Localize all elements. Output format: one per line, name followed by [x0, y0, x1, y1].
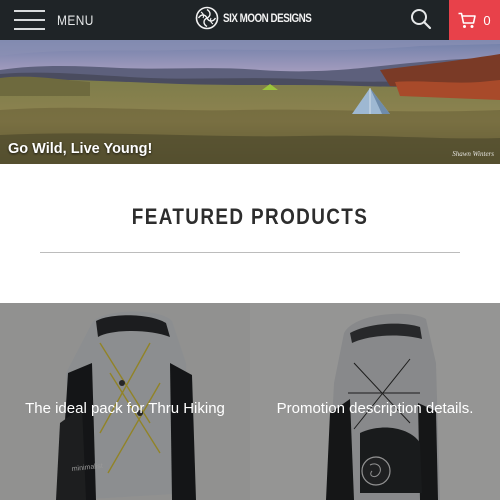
hamburger-icon	[14, 9, 45, 31]
cart-count: 0	[483, 12, 491, 28]
product-description: The ideal pack for Thru Hiking	[25, 400, 225, 417]
brand-logo[interactable]: SIX MOON DESIGNS	[195, 5, 331, 31]
search-icon	[411, 9, 432, 30]
featured-products-heading: FEATURED PRODUCTS	[131, 204, 369, 229]
section-divider	[40, 252, 460, 253]
product-card-promotion[interactable]: Promotion description details.	[250, 303, 500, 500]
brand-name: SIX MOON DESIGNS	[223, 11, 312, 25]
site-header: MENU SIX MOON DESIGNS 0	[0, 0, 500, 40]
search-button[interactable]	[408, 6, 434, 32]
cart-icon	[458, 12, 477, 28]
menu-button[interactable]: MENU	[14, 6, 100, 34]
menu-label: MENU	[57, 12, 94, 28]
product-card-thru-hiking[interactable]: minimalist The ideal pack for Thru Hikin…	[0, 303, 250, 500]
photographer-signature: Shawn Winters	[452, 150, 494, 158]
moon-logo-icon	[195, 6, 219, 30]
hero-banner[interactable]: Go Wild, Live Young! Shawn Winters	[0, 40, 500, 164]
cart-button[interactable]: 0	[449, 0, 500, 40]
product-description: Promotion description details.	[276, 400, 474, 417]
hero-caption: Go Wild, Live Young!	[8, 141, 153, 157]
